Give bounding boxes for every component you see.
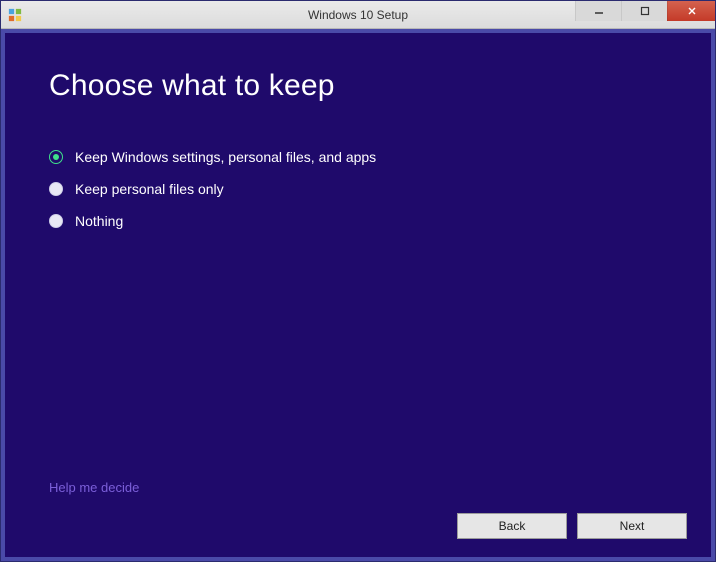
help-link[interactable]: Help me decide <box>49 480 139 495</box>
options-group: Keep Windows settings, personal files, a… <box>49 149 667 229</box>
close-button[interactable] <box>667 1 715 21</box>
option-nothing[interactable]: Nothing <box>49 213 667 229</box>
back-button[interactable]: Back <box>457 513 567 539</box>
button-row: Back Next <box>457 513 687 539</box>
setup-window: Windows 10 Setup Choose what to keep Kee… <box>0 0 716 562</box>
radio-icon <box>49 150 63 164</box>
option-keep-all[interactable]: Keep Windows settings, personal files, a… <box>49 149 667 165</box>
page-heading: Choose what to keep <box>49 69 667 103</box>
titlebar: Windows 10 Setup <box>1 1 715 29</box>
next-button[interactable]: Next <box>577 513 687 539</box>
content-area: Choose what to keep Keep Windows setting… <box>1 29 715 561</box>
option-label: Nothing <box>75 213 123 229</box>
window-controls <box>575 1 715 28</box>
minimize-button[interactable] <box>575 1 621 21</box>
maximize-button[interactable] <box>621 1 667 21</box>
option-keep-files[interactable]: Keep personal files only <box>49 181 667 197</box>
app-icon <box>7 7 23 23</box>
radio-icon <box>49 214 63 228</box>
option-label: Keep personal files only <box>75 181 224 197</box>
option-label: Keep Windows settings, personal files, a… <box>75 149 376 165</box>
radio-icon <box>49 182 63 196</box>
